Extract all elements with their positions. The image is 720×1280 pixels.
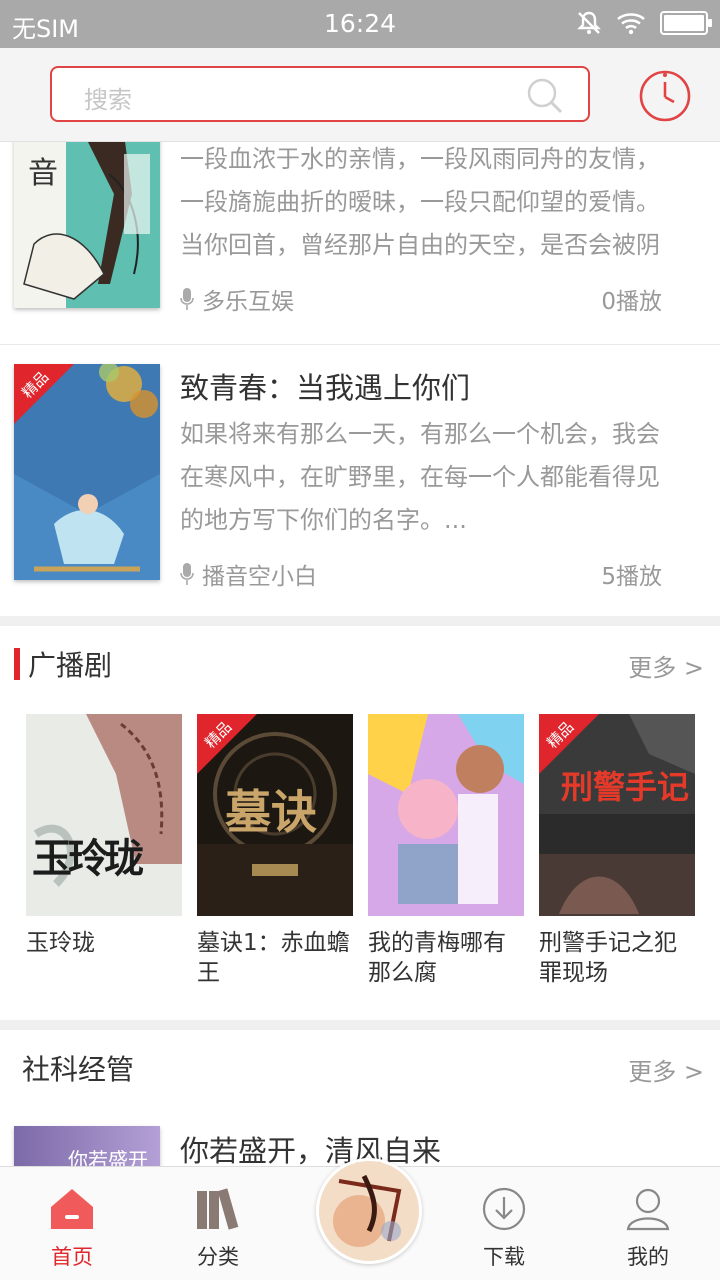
author: 多乐互娱: [180, 282, 294, 316]
author: 播音空小白: [180, 557, 317, 591]
nav-mine[interactable]: 我的: [588, 1167, 708, 1280]
section-title: 广播剧: [28, 649, 113, 682]
play-count: 5播放: [601, 564, 662, 590]
item-description: 如果将来有那么一天，有那么一个机会，我会在寒风中，在旷野里，在每一个人都能看得见…: [180, 420, 660, 534]
list-item[interactable]: 音 一段血浓于水的亲情，一段风雨同舟的友情，一段旖旎曲折的暧昧，一段只配仰望的爱…: [0, 142, 720, 342]
search-icon[interactable]: [526, 77, 564, 115]
cover-title: 音: [28, 156, 58, 191]
search-input[interactable]: 搜索: [50, 66, 590, 122]
more-link[interactable]: 更多 >: [628, 648, 704, 683]
section-gap: [0, 616, 720, 626]
grid-cover: 墓诀 精品: [197, 714, 353, 916]
cover-illustration: [368, 714, 524, 916]
grid-title: 我的青梅哪有那么腐: [368, 930, 506, 986]
search-placeholder: 搜索: [84, 86, 132, 114]
user-profile-icon: [626, 1188, 670, 1231]
cover-title: 你若盛开: [68, 1148, 148, 1166]
microphone-icon: [180, 288, 194, 310]
grid-item[interactable]: 玉玲珑 玉玲珑: [26, 714, 182, 958]
item-meta: 播音空小白 5播放: [180, 557, 662, 591]
premium-badge: 精品: [539, 714, 599, 774]
play-count: 0播放: [601, 289, 662, 315]
grid-cover: 玉玲珑: [26, 714, 182, 916]
nav-home[interactable]: 首页: [12, 1167, 132, 1280]
item-title: 你若盛开，清风自来: [180, 1134, 442, 1166]
list-item[interactable]: 精品 致青春：当我遇上你们 如果将来有那么一天，有那么一个机会，我会在寒风中，在…: [0, 345, 720, 615]
nav-label: 首页: [51, 1245, 93, 1269]
item-meta: 多乐互娱 0播放: [180, 282, 662, 316]
section-gap: [0, 1020, 720, 1030]
grid-item[interactable]: 墓诀 精品 墓诀1：赤血蟾王: [197, 714, 353, 988]
download-icon: [482, 1187, 526, 1231]
grid-cover: 刑警手记 精品: [539, 714, 695, 916]
item-title: 致青春：当我遇上你们: [180, 371, 471, 405]
grid-title: 墓诀1：赤血蟾王: [197, 930, 350, 986]
now-playing-disc-button[interactable]: [316, 1158, 422, 1264]
home-icon: [51, 1189, 93, 1229]
section-accent-bar: [14, 648, 20, 680]
status-icons: [576, 10, 712, 36]
history-clock-icon[interactable]: [638, 68, 692, 122]
grid-cover: [368, 714, 524, 916]
nav-category[interactable]: 分类: [158, 1167, 278, 1280]
section-header-radio-drama: 广播剧 更多 >: [0, 626, 720, 696]
item-description: 一段血浓于水的亲情，一段风雨同舟的友情，一段旖旎曲折的暧昧，一段只配仰望的爱情。…: [180, 145, 660, 259]
grid-item[interactable]: 刑警手记 精品 刑警手记之犯罪现场: [539, 714, 695, 988]
grid-title: 刑警手记之犯罪现场: [539, 930, 677, 986]
wifi-icon: [617, 13, 645, 35]
nav-download[interactable]: 下载: [444, 1167, 564, 1280]
content-area: 音 一段血浓于水的亲情，一段风雨同舟的友情，一段旖旎曲折的暧昧，一段只配仰望的爱…: [0, 142, 720, 1166]
author-name: 多乐互娱: [202, 289, 294, 315]
status-bar: 无SIM 16:24: [0, 0, 720, 48]
more-link[interactable]: 更多 >: [628, 1052, 704, 1087]
nav-label: 下载: [483, 1245, 525, 1269]
battery-icon: [660, 11, 712, 35]
grid-item[interactable]: 我的青梅哪有那么腐: [368, 714, 524, 988]
book-cover: 你若盛开: [14, 1126, 160, 1166]
section-title: 社科经管: [22, 1053, 135, 1086]
microphone-icon: [180, 563, 194, 585]
author-name: 播音空小白: [202, 564, 317, 590]
section-header-social-science: 社科经管 更多 >: [0, 1030, 720, 1100]
top-header: 搜索: [0, 48, 720, 142]
book-cover: 精品: [14, 364, 160, 580]
app-screen: 无SIM 16:24 搜索 音 一段血浓于水的亲情，一段风雨同舟的友情，一段旖旎…: [0, 0, 720, 1280]
premium-badge: 精品: [197, 714, 257, 774]
grid-title: 玉玲珑: [26, 930, 95, 956]
cover-title: 玉玲珑: [32, 836, 144, 882]
now-playing-cover: [319, 1161, 419, 1261]
cover-illustration: [26, 714, 182, 916]
cover-title: 墓诀: [225, 785, 317, 839]
books-category-icon: [197, 1188, 239, 1230]
premium-badge: 精品: [14, 364, 74, 424]
book-cover: 音: [14, 142, 160, 308]
nav-label: 我的: [627, 1245, 669, 1269]
nav-label: 分类: [197, 1245, 239, 1269]
mute-bell-icon: [577, 11, 601, 34]
